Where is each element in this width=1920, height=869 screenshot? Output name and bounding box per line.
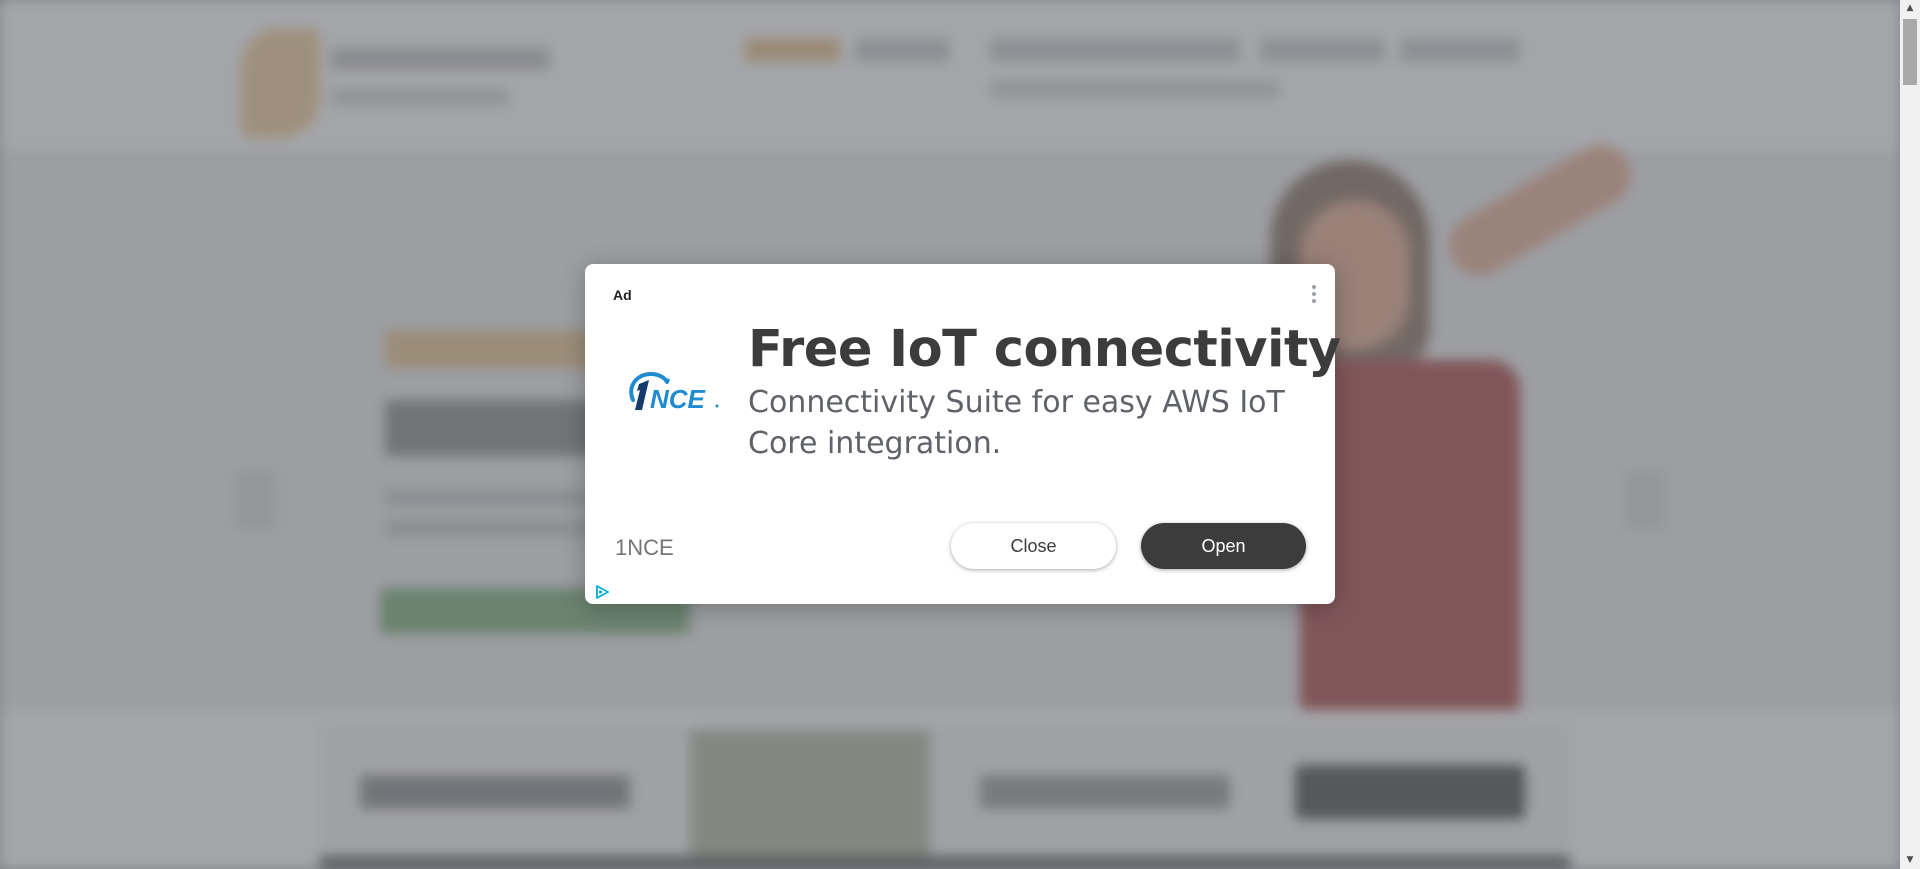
more-vert-icon[interactable] — [1304, 282, 1324, 308]
ad-label: Ad — [613, 287, 632, 303]
adchoices-icon[interactable] — [594, 584, 610, 600]
ad-dialog: Ad NCE Free IoT connectivity Connectivit… — [585, 264, 1341, 604]
ad-headline[interactable]: Free IoT connectivity — [748, 320, 1341, 379]
scroll-up-arrow-icon[interactable]: ▲ — [1900, 0, 1920, 17]
vertical-scrollbar[interactable]: ▲ ▼ — [1900, 0, 1920, 869]
scroll-down-arrow-icon[interactable]: ▼ — [1900, 852, 1920, 869]
svg-text:NCE: NCE — [650, 384, 706, 414]
open-button[interactable]: Open — [1141, 523, 1306, 569]
ad-description[interactable]: Connectivity Suite for easy AWS IoT Core… — [748, 382, 1308, 464]
ad-advertiser-name[interactable]: 1NCE — [615, 535, 674, 561]
close-button[interactable]: Close — [951, 523, 1116, 569]
scrollbar-thumb[interactable] — [1903, 19, 1917, 85]
advertiser-logo[interactable]: NCE — [623, 366, 723, 414]
